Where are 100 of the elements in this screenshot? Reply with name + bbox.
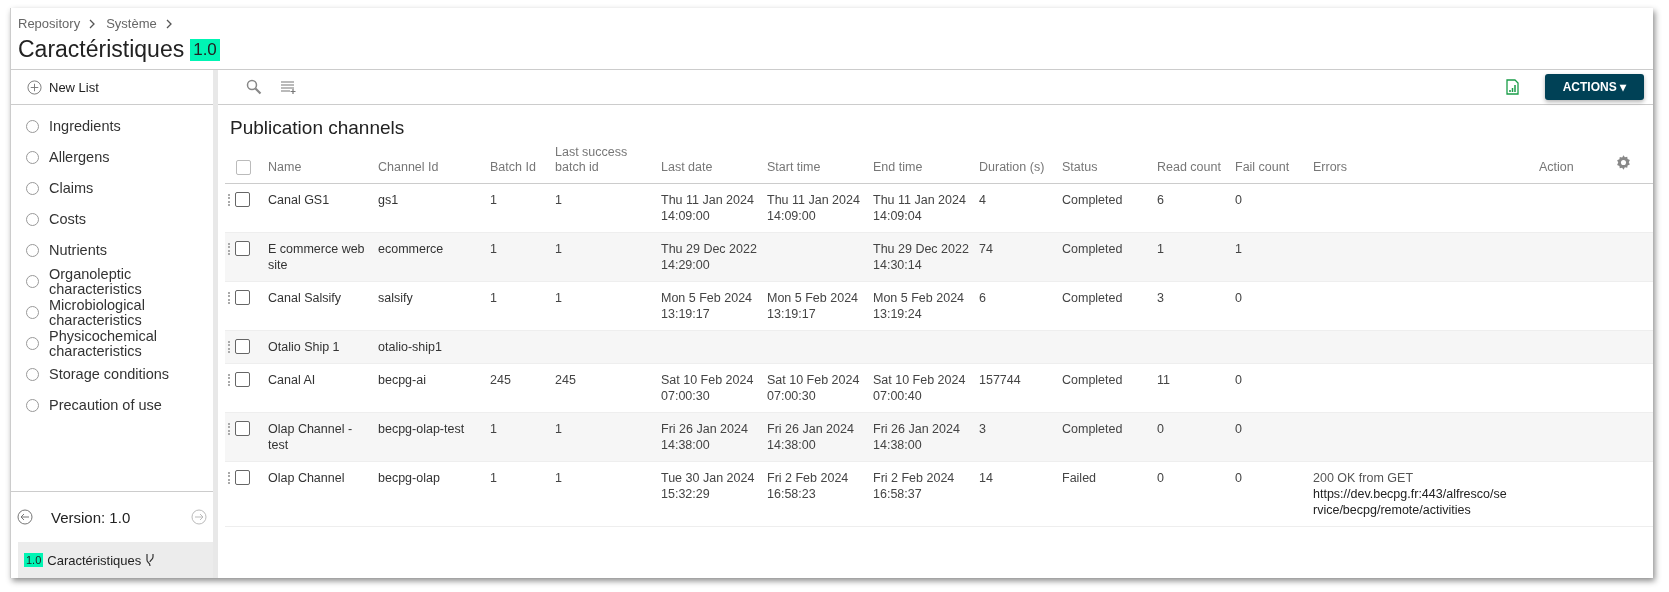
list-item[interactable]: Nutrients [11,235,213,266]
column-header[interactable]: Batch Id [490,160,549,175]
table-cell: 1 [490,422,497,436]
table-cell: 1 [490,291,497,305]
list-item[interactable]: Costs [11,204,213,235]
table-cell: salsify [378,291,413,305]
list-item[interactable]: Ingredients [11,111,213,142]
table-cell: 245 [490,373,511,387]
table-cell: 1 [555,193,562,207]
column-header[interactable]: End time [873,160,973,175]
column-header[interactable]: Name [268,160,372,175]
table-cell: 0 [1235,193,1242,207]
table-cell: ecommerce [378,242,444,256]
version-label: Version: 1.0 [51,508,132,526]
column-header[interactable]: Last date [661,160,761,175]
current-version-item[interactable]: 1.0 Caractéristiques [18,542,213,578]
table-cell: Thu 11 Jan 2024 14:09:04 [873,193,966,223]
table-cell: Sat 10 Feb 2024 07:00:30 [661,373,754,403]
breadcrumb-link[interactable]: Système [106,16,157,31]
table-cell: 0 [1235,471,1242,485]
table-cell: Completed [1062,422,1123,436]
actions-button[interactable]: ACTIONS ▾ [1544,74,1644,100]
table-cell: 1 [1235,242,1242,256]
table-cell: Fri 26 Jan 2024 14:38:00 [661,422,748,452]
table-cell: Canal GS1 [268,193,330,207]
table-cell: Thu 11 Jan 2024 14:09:00 [767,193,860,223]
table-cell: 1 [555,242,562,256]
table-cell: 0 [1235,422,1242,436]
table-cell: E commerce web site [268,242,365,272]
table-cell: 1 [555,291,562,305]
table-cell: 1 [555,471,562,485]
table-cell: 4 [979,193,986,207]
table-cell: Fri 2 Feb 2024 16:58:23 [767,471,849,501]
version-badge: 1.0 [190,38,220,61]
column-header[interactable]: Errors [1313,160,1533,175]
document-name: Caractéristiques [47,552,142,568]
table-cell: Completed [1062,242,1123,256]
table-cell: 0 [1235,291,1242,305]
column-header[interactable]: Last success batch id [555,145,655,175]
table-cell: 1 [1157,242,1164,256]
table-cell: becpg-ai [378,373,426,387]
table-cell: Failed [1062,471,1097,485]
table-cell: 3 [979,422,986,436]
table-cell: 1 [490,242,497,256]
table-cell: Sat 10 Feb 2024 07:00:40 [873,373,966,403]
list-item[interactable]: Storage conditions [11,359,213,390]
table-cell: 245 [555,373,576,387]
table-cell: Completed [1062,193,1123,207]
table-cell: Canal AI [268,373,316,387]
section-title: Publication channels [230,117,406,139]
column-header[interactable]: Read count [1157,160,1229,175]
new-list-button[interactable]: New List [11,70,213,105]
table-cell: Canal Salsify [268,291,341,305]
column-header[interactable]: Action [1539,160,1609,175]
table-cell: 74 [979,242,993,256]
table-cell: 11 [1157,373,1170,387]
list-item[interactable]: Organoleptic characteristics [11,266,213,297]
table-cell: gs1 [378,193,399,207]
table-cell: becpg-olap [378,471,440,485]
list-item[interactable]: Microbiological characteristics [11,297,213,328]
table-cell: 6 [979,291,986,305]
table-cell: Fri 2 Feb 2024 16:58:37 [873,471,955,501]
table-cell: 14 [979,471,993,485]
column-header[interactable]: Duration (s) [979,160,1056,175]
table-cell: Fri 26 Jan 2024 14:38:00 [873,422,960,452]
breadcrumb-link[interactable]: Repository [18,16,81,31]
list-item[interactable]: Precaution of use [11,390,213,421]
table-cell: Completed [1062,291,1123,305]
table-cell: 0 [1157,422,1164,436]
table-cell: Completed [1062,373,1123,387]
column-header[interactable]: Fail count [1235,160,1307,175]
table-cell: 0 [1235,373,1242,387]
version-badge: 1.0 [24,553,44,567]
table-cell: Olap Channel [268,471,345,485]
table-cell: Thu 11 Jan 2024 14:09:00 [661,193,754,223]
column-header[interactable]: Channel Id [378,160,484,175]
table-cell: 1 [490,193,497,207]
table-cell: 1 [490,471,497,485]
table-cell: Mon 5 Feb 2024 13:19:17 [661,291,753,321]
page-title: Caractéristiques [18,36,185,63]
table-cell: Olap Channel - test [268,422,353,452]
table-cell: Thu 29 Dec 2022 14:30:14 [873,242,969,272]
column-header[interactable]: Status [1062,160,1151,175]
table-cell: Sat 10 Feb 2024 07:00:30 [767,373,860,403]
table-cell: Mon 5 Feb 2024 13:19:17 [767,291,859,321]
list-item[interactable]: Physicochemical characteristics [11,328,213,359]
table-cell: 1 [555,422,562,436]
table-cell: Thu 29 Dec 2022 14:29:00 [661,242,757,272]
table-cell: 3 [1157,291,1164,305]
table-cell: 0 [1157,471,1164,485]
list-item[interactable]: Claims [11,173,213,204]
list-item[interactable]: Allergens [11,142,213,173]
table-cell: Fri 26 Jan 2024 14:38:00 [767,422,854,452]
table-cell: becpg-olap-test [378,422,465,436]
table-cell: 6 [1157,193,1164,207]
error-message: 200 OK from GET https://dev.becpg.fr:443/alfresco/service/becpg/remote/activities [1313,470,1508,518]
column-header[interactable]: Start time [767,160,867,175]
table-cell: Tue 30 Jan 2024 15:32:29 [661,471,755,501]
table-cell: Otalio Ship 1 [268,340,340,354]
table-cell: otalio-ship1 [378,340,442,354]
